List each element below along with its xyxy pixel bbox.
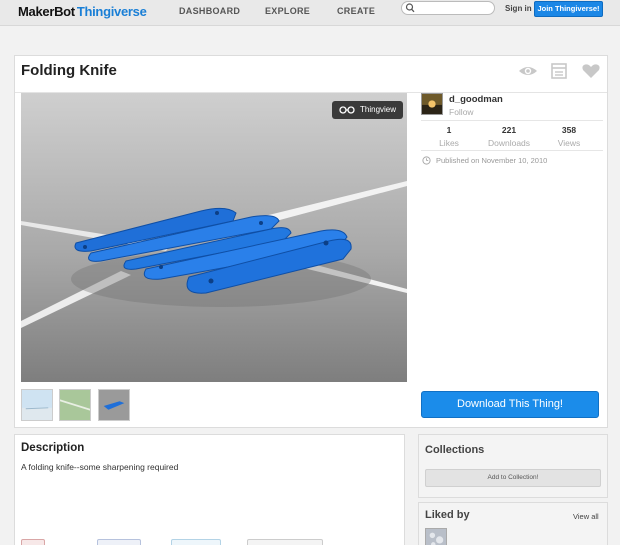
liked-by-panel: Liked by View all [418, 502, 608, 545]
model-render-image [21, 93, 407, 382]
view-all-link[interactable]: View all [573, 512, 599, 521]
site-logo[interactable]: MakerBot Thingiverse [18, 4, 147, 19]
thingview-button[interactable]: Thingview [332, 101, 403, 119]
nav-explore[interactable]: EXPLORE [265, 6, 310, 16]
thumbnail-3[interactable] [98, 389, 130, 421]
views-label: Views [557, 138, 581, 148]
stats-divider-top [421, 120, 603, 121]
stumbleupon-button[interactable] [247, 539, 323, 545]
search-icon [405, 3, 415, 13]
published-date: Published on November 10, 2010 [436, 156, 548, 165]
join-button[interactable]: Join Thingiverse! [534, 1, 603, 17]
page-title: Folding Knife [21, 62, 117, 79]
search-box[interactable] [401, 1, 495, 15]
follow-link[interactable]: Follow [449, 107, 474, 117]
clock-icon [422, 156, 431, 165]
downloads-label: Downloads [487, 138, 531, 148]
logo-thingiverse: Thingiverse [76, 4, 147, 19]
glasses-icon [339, 106, 355, 114]
downloads-count: 221 [501, 125, 517, 135]
facebook-like-button[interactable] [97, 539, 141, 545]
logo-makerbot: MakerBot [18, 4, 75, 19]
liker-avatar[interactable] [425, 528, 447, 545]
download-button[interactable]: Download This Thing! [421, 391, 599, 418]
add-to-collection-button[interactable]: Add to Collection! [425, 469, 601, 487]
likes-count: 1 [446, 125, 452, 135]
top-navigation-bar: MakerBot Thingiverse DASHBOARD EXPLORE CR… [0, 0, 620, 26]
heart-icon[interactable] [581, 63, 601, 79]
model-viewer[interactable]: Thingview [21, 93, 407, 382]
views-count: 358 [561, 125, 577, 135]
thumbnail-2[interactable] [59, 389, 91, 421]
sign-in-link[interactable]: Sign in [505, 4, 532, 13]
description-text: A folding knife--some sharpening require… [21, 462, 179, 472]
eye-icon[interactable] [518, 63, 538, 79]
collections-heading: Collections [425, 444, 485, 456]
search-input[interactable] [417, 3, 491, 13]
thingview-label: Thingview [360, 105, 397, 114]
description-panel: Description A folding knife--some sharpe… [14, 434, 405, 545]
owner-avatar[interactable] [421, 93, 443, 115]
owner-name-link[interactable]: d_goodman [449, 94, 503, 105]
thing-panel: Folding Knife Thingview d_goodman Follow… [14, 55, 608, 428]
liked-by-heading: Liked by [425, 509, 470, 521]
thumbnail-1[interactable] [21, 389, 53, 421]
collections-panel: Collections Add to Collection! [418, 434, 608, 498]
tweet-button[interactable] [171, 539, 221, 545]
likes-label: Likes [439, 138, 459, 148]
nav-dashboard[interactable]: DASHBOARD [179, 6, 240, 16]
stats-divider-bottom [421, 150, 603, 151]
collection-icon[interactable] [549, 63, 569, 79]
description-heading: Description [21, 442, 85, 454]
pinterest-button[interactable] [21, 539, 45, 545]
nav-create[interactable]: CREATE [337, 6, 375, 16]
